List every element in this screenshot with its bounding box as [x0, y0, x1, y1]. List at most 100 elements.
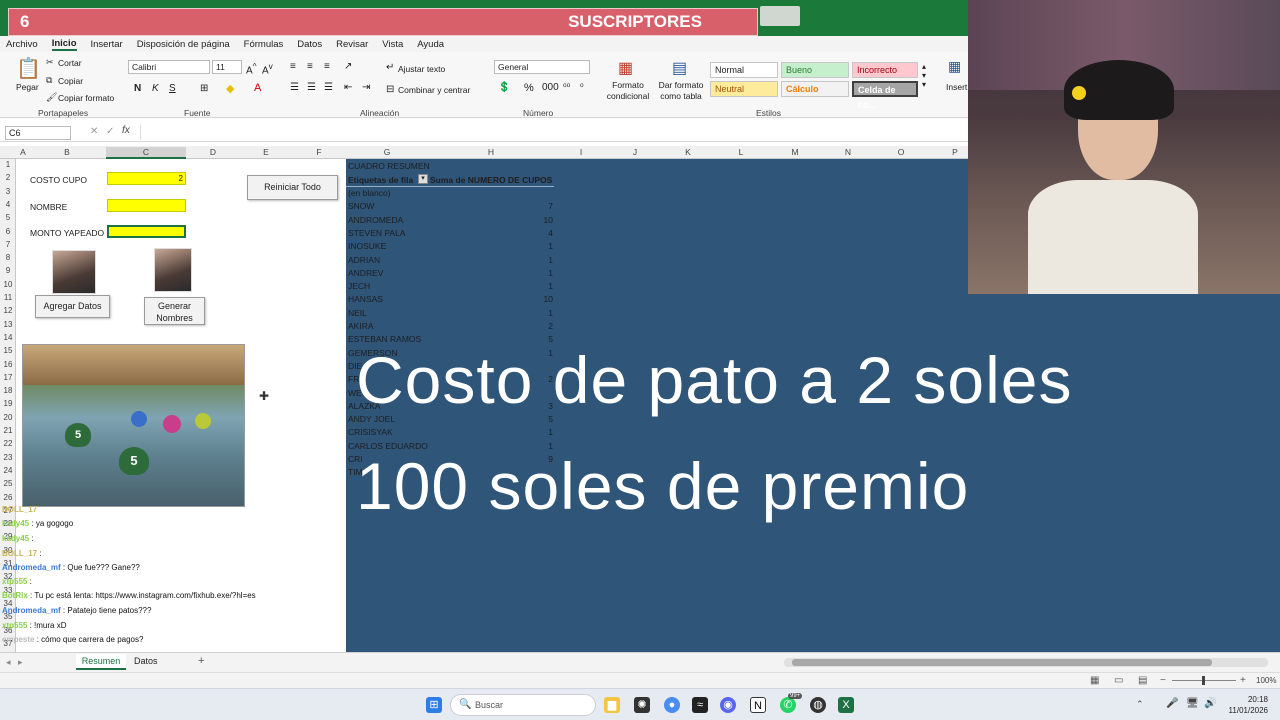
styles-scroll-icon[interactable]: ▴ ▾ ▾	[922, 62, 926, 89]
bold-icon[interactable]: N	[134, 83, 141, 94]
add-data-button[interactable]: Agregar Datos	[35, 295, 110, 318]
row-number[interactable]: 7	[0, 240, 16, 249]
format-table-button[interactable]: Dar formato como tabla	[656, 80, 706, 102]
column-header-i[interactable]: I	[554, 147, 608, 157]
tab-vista[interactable]: Vista	[382, 39, 403, 50]
column-header-m[interactable]: M	[768, 147, 822, 157]
style-celda[interactable]: Celda de co...	[852, 81, 918, 110]
pivot-row-value[interactable]: 7	[523, 201, 553, 211]
insert-cells-icon[interactable]: ▦	[948, 58, 961, 75]
whatsapp-icon[interactable]: ✆	[780, 697, 796, 713]
pivot-row-label[interactable]: (en blanco)	[348, 188, 391, 198]
row-number[interactable]: 18	[0, 386, 16, 395]
row-number[interactable]: 21	[0, 426, 16, 435]
row-number[interactable]: 19	[0, 399, 16, 408]
zoom-slider-thumb[interactable]	[1202, 676, 1205, 685]
paste-icon[interactable]: 📋	[16, 56, 41, 81]
copy-button[interactable]: Copiar	[58, 76, 83, 86]
font-name-select[interactable]: Calibri	[128, 60, 210, 74]
percent-icon[interactable]: %	[524, 82, 534, 94]
row-number[interactable]: 22	[0, 439, 16, 448]
style-calculo[interactable]: Cálculo	[781, 81, 849, 97]
pivot-row-label[interactable]: SNOW	[348, 201, 374, 211]
pivot-row-label[interactable]: STEVEN PALA	[348, 228, 405, 238]
outdent-icon[interactable]: ⇥	[362, 82, 370, 93]
zoom-in-icon[interactable]: +	[1240, 675, 1246, 686]
tab-revisar[interactable]: Revisar	[336, 39, 368, 50]
align-center-icon[interactable]: ☰	[307, 82, 316, 93]
tab-archivo[interactable]: Archivo	[6, 39, 38, 50]
number-format-select[interactable]: General	[494, 60, 590, 74]
merge-center-button[interactable]: Combinar y centrar	[398, 85, 470, 95]
align-top-icon[interactable]: ≡	[290, 61, 296, 72]
nombre-cell[interactable]	[107, 199, 186, 212]
horizontal-scrollbar[interactable]	[784, 658, 1268, 667]
column-header-g[interactable]: G	[346, 147, 428, 157]
tray-chevron-icon[interactable]: ⌃	[1136, 699, 1144, 710]
tab-ayuda[interactable]: Ayuda	[417, 39, 444, 50]
network-icon[interactable]: 🖥	[1186, 698, 1199, 709]
column-header-l[interactable]: L	[714, 147, 768, 157]
column-header-j[interactable]: J	[608, 147, 662, 157]
style-bueno[interactable]: Bueno	[781, 62, 849, 78]
monto-cell[interactable]	[107, 225, 186, 238]
taskbar-search[interactable]: 🔍 Buscar	[450, 694, 596, 716]
reset-all-button[interactable]: Reiniciar Todo	[247, 175, 338, 200]
function-icon[interactable]: fx	[122, 125, 130, 136]
pivot-row-label[interactable]: HANSAS	[348, 294, 383, 304]
normal-view-icon[interactable]: ▦	[1090, 675, 1099, 686]
clock-time[interactable]: 20:18	[1228, 695, 1268, 704]
costo-cupo-cell[interactable]: 2	[107, 172, 186, 185]
borders-icon[interactable]: ⊞	[200, 83, 208, 94]
row-number[interactable]: 9	[0, 266, 16, 275]
volume-icon[interactable]: 🔊	[1204, 698, 1216, 709]
row-number[interactable]: 17	[0, 373, 16, 382]
thousands-icon[interactable]: 000	[542, 82, 559, 93]
add-sheet-button[interactable]: +	[198, 655, 204, 667]
italic-icon[interactable]: K	[152, 83, 159, 94]
zoom-out-icon[interactable]: −	[1160, 675, 1166, 686]
conditional-format-button[interactable]: Formato condicional	[602, 80, 654, 102]
row-number[interactable]: 24	[0, 466, 16, 475]
pivot-row-value[interactable]: 1	[523, 308, 553, 318]
row-number[interactable]: 3	[0, 187, 16, 196]
page-layout-icon[interactable]: ▭	[1114, 675, 1123, 686]
copy-format-button[interactable]: Copiar formato	[58, 93, 114, 103]
tab-resumen[interactable]: Resumen	[76, 654, 126, 670]
grow-font-icon[interactable]: A^	[246, 61, 257, 76]
merge-center-icon[interactable]: ⊟	[386, 84, 394, 95]
fill-color-icon[interactable]: ◆	[226, 82, 234, 95]
column-header-c[interactable]: C	[106, 147, 186, 159]
row-number[interactable]: 26	[0, 493, 16, 502]
align-middle-icon[interactable]: ≡	[307, 61, 313, 72]
align-bottom-icon[interactable]: ≡	[324, 61, 330, 72]
cut-icon[interactable]: ✂	[46, 57, 54, 68]
row-number[interactable]: 10	[0, 280, 16, 289]
pivot-row-label[interactable]: NEIL	[348, 308, 367, 318]
pivot-row-value[interactable]: 1	[523, 255, 553, 265]
row-number[interactable]: 4	[0, 200, 16, 209]
row-number[interactable]: 15	[0, 346, 16, 355]
pivot-row-value[interactable]: 10	[523, 215, 553, 225]
chatgpt-icon[interactable]: ✺	[634, 697, 650, 713]
column-header-b[interactable]: B	[28, 147, 106, 157]
column-header-o[interactable]: O	[874, 147, 928, 157]
wrap-text-icon[interactable]: ↵	[386, 62, 394, 73]
row-number[interactable]: 2	[0, 173, 16, 182]
row-number[interactable]: 11	[0, 293, 16, 302]
insert-cells-button[interactable]: Insert	[946, 82, 967, 92]
row-number[interactable]: 20	[0, 413, 16, 422]
row-number[interactable]: 16	[0, 360, 16, 369]
pivot-row-value[interactable]: 10	[523, 294, 553, 304]
pivot-row-label[interactable]: ADRIAN	[348, 255, 380, 265]
conditional-format-icon[interactable]: ▦	[618, 58, 633, 78]
pivot-row-value[interactable]: 1	[523, 427, 553, 437]
row-number[interactable]: 12	[0, 306, 16, 315]
pivot-row-label[interactable]: ANDREV	[348, 268, 383, 278]
column-header-d[interactable]: D	[186, 147, 240, 157]
column-header-h[interactable]: H	[428, 147, 554, 157]
tab-datos-sheet[interactable]: Datos	[134, 656, 158, 666]
generate-names-button[interactable]: Generar Nombres	[144, 297, 205, 325]
tab-insertar[interactable]: Insertar	[91, 39, 123, 50]
zoom-level[interactable]: 100%	[1256, 676, 1276, 685]
